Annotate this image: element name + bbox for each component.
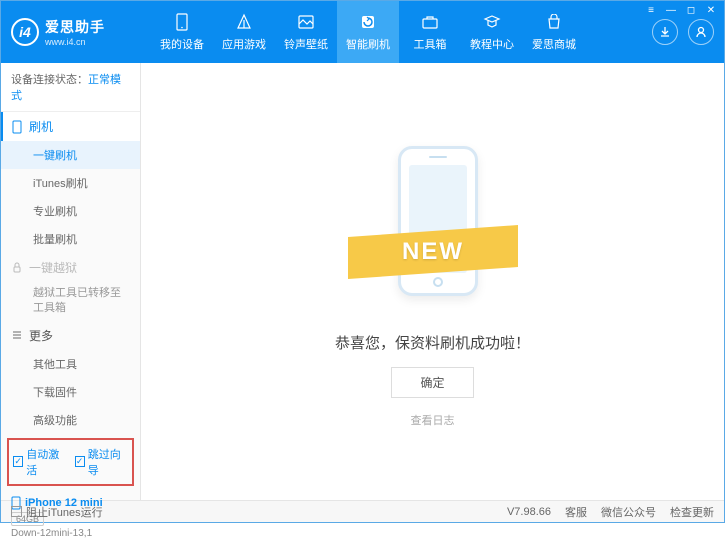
view-log-link[interactable]: 查看日志 <box>411 412 455 428</box>
nav-label: 智能刷机 <box>346 36 390 52</box>
confirm-button[interactable]: 确定 <box>391 367 473 398</box>
connection-status: 设备连接状态：正常模式 <box>1 63 140 112</box>
cb-label: 跳过向导 <box>88 446 128 478</box>
options-highlight: ✓自动激活 ✓跳过向导 <box>7 438 134 486</box>
nav-label: 教程中心 <box>470 36 514 52</box>
nav-my-device[interactable]: 我的设备 <box>151 1 213 63</box>
logo-subtitle: www.i4.cn <box>45 37 105 47</box>
sidebar-item-itunes[interactable]: iTunes刷机 <box>1 169 140 197</box>
wechat-link[interactable]: 微信公众号 <box>601 504 656 520</box>
maximize-icon[interactable]: ◻ <box>684 3 698 17</box>
section-label: 一键越狱 <box>29 259 77 276</box>
user-button[interactable] <box>688 19 714 45</box>
cb-label: 阻止iTunes运行 <box>26 504 103 520</box>
logo-icon: i4 <box>11 18 39 46</box>
success-message: 恭喜您，保资料刷机成功啦！ <box>335 332 530 353</box>
nav-flash[interactable]: 智能刷机 <box>337 1 399 63</box>
device-model: Down-12mini-13,1 <box>11 528 130 539</box>
sidebar-item-advanced[interactable]: 高级功能 <box>1 406 140 434</box>
minimize-icon[interactable]: — <box>664 3 678 17</box>
nav-label: 工具箱 <box>414 36 447 52</box>
download-button[interactable] <box>652 19 678 45</box>
update-link[interactable]: 检查更新 <box>670 504 714 520</box>
main-content: NEW 恭喜您，保资料刷机成功啦！ 确定 查看日志 <box>141 63 724 500</box>
sidebar-item-oneclick[interactable]: 一键刷机 <box>1 141 140 169</box>
nav-store[interactable]: 爱思商城 <box>523 1 585 63</box>
sidebar-section-flash[interactable]: 刷机 <box>1 112 140 141</box>
cb-label: 自动激活 <box>26 446 66 478</box>
version-label: V7.98.66 <box>507 506 551 518</box>
main-nav: 我的设备 应用游戏 铃声壁纸 智能刷机 工具箱 教程中心 爱思商城 <box>151 1 652 63</box>
nav-label: 铃声壁纸 <box>284 36 328 52</box>
sidebar-section-more[interactable]: 更多 <box>1 321 140 350</box>
sidebar-item-other[interactable]: 其他工具 <box>1 350 140 378</box>
wallpaper-icon <box>296 12 316 32</box>
menu-icon[interactable]: ≡ <box>644 3 658 17</box>
sidebar: 设备连接状态：正常模式 刷机 一键刷机 iTunes刷机 专业刷机 批量刷机 一… <box>1 63 141 500</box>
new-ribbon: NEW <box>348 225 518 279</box>
sidebar-item-pro[interactable]: 专业刷机 <box>1 197 140 225</box>
window-controls: ≡ — ◻ ✕ <box>644 3 718 17</box>
section-label: 更多 <box>29 327 53 344</box>
jailbreak-note: 越狱工具已转移至工具箱 <box>1 282 140 321</box>
sidebar-section-jailbreak: 一键越狱 <box>1 253 140 282</box>
apps-icon <box>234 12 254 32</box>
lock-icon <box>11 262 23 274</box>
checkbox-skip-guide[interactable]: ✓跳过向导 <box>75 446 129 478</box>
sidebar-item-firmware[interactable]: 下载固件 <box>1 378 140 406</box>
nav-toolbox[interactable]: 工具箱 <box>399 1 461 63</box>
phone-icon <box>11 120 23 134</box>
store-icon <box>544 12 564 32</box>
status-label: 设备连接状态： <box>11 74 88 86</box>
ribbon-text: NEW <box>402 238 464 266</box>
checkbox-auto-activate[interactable]: ✓自动激活 <box>13 446 67 478</box>
logo: i4 爱思助手 www.i4.cn <box>11 17 151 47</box>
list-icon <box>11 329 23 341</box>
header-actions <box>652 19 714 45</box>
service-link[interactable]: 客服 <box>565 504 587 520</box>
nav-label: 爱思商城 <box>532 36 576 52</box>
phone-illustration: NEW <box>358 136 508 316</box>
app-header: ≡ — ◻ ✕ i4 爱思助手 www.i4.cn 我的设备 应用游戏 铃声壁纸… <box>1 1 724 63</box>
sidebar-item-batch[interactable]: 批量刷机 <box>1 225 140 253</box>
nav-tutorials[interactable]: 教程中心 <box>461 1 523 63</box>
nav-label: 我的设备 <box>160 36 204 52</box>
toolbox-icon <box>420 12 440 32</box>
phone-icon <box>172 12 192 32</box>
nav-apps[interactable]: 应用游戏 <box>213 1 275 63</box>
nav-ringtones[interactable]: 铃声壁纸 <box>275 1 337 63</box>
flash-icon <box>358 12 378 32</box>
nav-label: 应用游戏 <box>222 36 266 52</box>
checkbox-block-itunes[interactable]: 阻止iTunes运行 <box>11 504 103 520</box>
logo-title: 爱思助手 <box>45 17 105 37</box>
tutorial-icon <box>482 12 502 32</box>
close-icon[interactable]: ✕ <box>704 3 718 17</box>
section-label: 刷机 <box>29 118 53 135</box>
